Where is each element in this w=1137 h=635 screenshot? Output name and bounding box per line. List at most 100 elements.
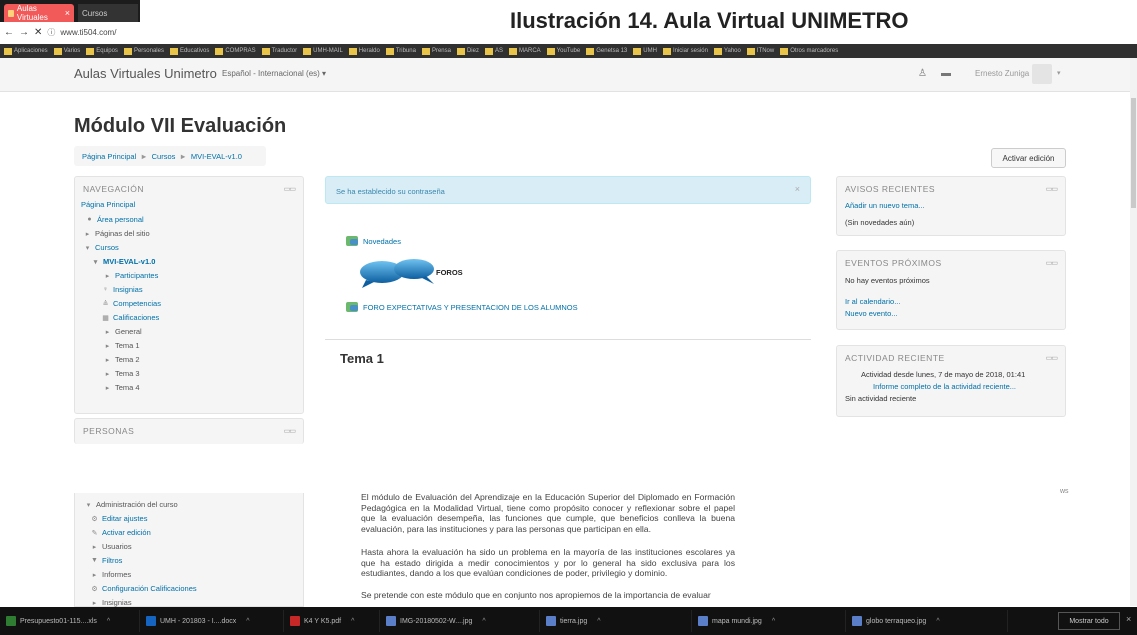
caret-up-icon[interactable]: ^: [107, 618, 110, 625]
nav-item[interactable]: ♀ Insignias: [101, 285, 143, 294]
close-tab-icon[interactable]: ×: [65, 8, 70, 18]
caret-up-icon[interactable]: ^: [936, 618, 939, 625]
taskbar-download-item[interactable]: Presupuesto01-115....xls ^: [0, 610, 140, 632]
stop-icon[interactable]: ✕: [34, 27, 42, 38]
caret-up-icon[interactable]: ^: [597, 618, 600, 625]
bookmark-item[interactable]: Educativos: [169, 47, 209, 55]
admin-item[interactable]: ▸ Insignias: [90, 598, 132, 607]
foros-label: FOROS: [436, 268, 463, 277]
nav-item[interactable]: ▸ Tema 1: [103, 341, 140, 350]
caret-up-icon[interactable]: ^: [351, 618, 354, 625]
bookmark-item[interactable]: Equipos: [86, 47, 118, 55]
eventos-block: EVENTOS PRÓXIMOS ▭▭ No hay eventos próxi…: [836, 250, 1066, 330]
notifications-icon[interactable]: ♙: [918, 68, 927, 79]
bookmark-item[interactable]: Varios: [53, 47, 80, 55]
caret-up-icon[interactable]: ^: [246, 618, 249, 625]
taskbar-download-item[interactable]: IMG-20180502-W....jpg ^: [380, 610, 540, 632]
taskbar-download-item[interactable]: K4 Y K5.pdf ^: [284, 610, 380, 632]
taskbar-download-item[interactable]: UMH - 201803 - I....docx ^: [140, 610, 284, 632]
block-controls-icon[interactable]: ▭▭: [1046, 185, 1058, 193]
nav-item[interactable]: ▾ Cursos: [83, 243, 119, 252]
bookmark-item[interactable]: Iniciar sesión: [662, 47, 708, 55]
browser-tab-aulas[interactable]: Aulas Virtuales ×: [4, 4, 74, 22]
bookmark-item[interactable]: Prensa: [421, 47, 451, 55]
info-icon[interactable]: ⓘ: [47, 27, 55, 38]
file-icon: [546, 616, 556, 626]
forum-expectativas-link[interactable]: FORO EXPECTATIVAS Y PRESENTACION DE LOS …: [346, 302, 578, 312]
admin-item[interactable]: ▸ Informes: [90, 570, 131, 579]
caret-up-icon[interactable]: ^: [482, 618, 485, 625]
bookmark-item[interactable]: Otros marcadores: [780, 47, 838, 55]
nav-item[interactable]: ▸ Páginas del sitio: [83, 229, 150, 238]
nav-item[interactable]: ▸ Tema 4: [103, 383, 140, 392]
bookmark-item[interactable]: Personales: [123, 47, 164, 55]
bookmark-item[interactable]: Diez: [456, 47, 479, 55]
breadcrumb-course[interactable]: MVI-EVAL-v1.0: [191, 152, 242, 161]
language-menu[interactable]: Español - Internacional (es) ▾: [222, 69, 326, 78]
user-menu-caret-icon[interactable]: ▾: [1057, 69, 1061, 77]
bookmark-item[interactable]: MARCA: [508, 47, 541, 55]
back-arrow-icon[interactable]: ←: [4, 27, 14, 38]
bookmark-item[interactable]: UMH: [633, 47, 657, 55]
taskbar-download-item[interactable]: tierra.jpg ^: [540, 610, 692, 632]
bookmark-item[interactable]: Traductor: [261, 47, 297, 55]
taskbar-download-item[interactable]: mapa mundi.jpg ^: [692, 610, 846, 632]
block-controls-icon[interactable]: ▭▭: [1046, 354, 1058, 362]
nav-item[interactable]: ● Área personal: [85, 215, 143, 224]
new-event-link[interactable]: Nuevo evento...: [845, 309, 898, 318]
nav-item[interactable]: ▸ Participantes: [103, 271, 159, 280]
bookmark-item[interactable]: Genetsa 13: [586, 47, 627, 55]
url-field[interactable]: www.ti504.com/: [60, 28, 116, 37]
taskbar-download-item[interactable]: globo terraqueo.jpg ^: [846, 610, 1008, 632]
add-topic-link[interactable]: Añadir un nuevo tema...: [845, 201, 925, 210]
speech-bubbles-icon: [360, 259, 434, 288]
activar-edicion-button[interactable]: Activar edición: [991, 148, 1066, 168]
bookmark-item[interactable]: YouTube: [546, 47, 580, 55]
bookmark-item[interactable]: Aplicaciones: [4, 47, 48, 55]
bookmark-item[interactable]: COMPRAS: [215, 47, 256, 55]
site-name-link[interactable]: Aulas Virtuales Unimetro: [74, 66, 217, 81]
nav-item[interactable]: Página Principal: [81, 200, 135, 209]
admin-item[interactable]: ▾ Administración del curso: [84, 500, 178, 509]
nav-item[interactable]: ▸ Tema 3: [103, 369, 140, 378]
bookmark-label: Prensa: [431, 48, 451, 54]
folder-icon: [348, 47, 357, 55]
admin-item[interactable]: ▸ Usuarios: [90, 542, 132, 551]
admin-item[interactable]: ✎ Activar edición: [90, 528, 151, 537]
bookmark-item[interactable]: Heraldo: [348, 47, 380, 55]
admin-item-label: Insignias: [102, 598, 132, 607]
close-icon[interactable]: ×: [1126, 614, 1131, 624]
caret-up-icon[interactable]: ^: [772, 618, 775, 625]
page-scrollbar[interactable]: [1130, 58, 1137, 606]
close-icon[interactable]: ×: [795, 184, 800, 194]
block-controls-icon[interactable]: ▭▭: [284, 185, 296, 193]
bookmark-item[interactable]: Tribuna: [385, 47, 416, 55]
scrollbar-thumb[interactable]: [1131, 98, 1136, 208]
forward-arrow-icon[interactable]: →: [19, 27, 29, 38]
breadcrumb-home[interactable]: Página Principal: [82, 152, 136, 161]
block-controls-icon[interactable]: ▭▭: [284, 427, 296, 435]
breadcrumb-cursos[interactable]: Cursos: [152, 152, 176, 161]
nav-item[interactable]: ▾ MVI-EVAL-v1.0: [91, 257, 156, 266]
bookmark-item[interactable]: AS: [484, 47, 503, 55]
admin-item[interactable]: ⚙ Editar ajustes: [90, 514, 147, 523]
bookmark-item[interactable]: ITNow: [746, 47, 774, 55]
messages-icon[interactable]: ▬: [941, 68, 951, 79]
admin-item[interactable]: ▼ Filtros: [90, 556, 122, 565]
block-controls-icon[interactable]: ▭▭: [1046, 259, 1058, 267]
user-name[interactable]: Ernesto Zuniga: [975, 69, 1029, 78]
nav-item[interactable]: ▦ Calificaciones: [101, 313, 159, 322]
news-forum-link[interactable]: Novedades: [346, 236, 401, 246]
full-report-link[interactable]: Informe completo de la actividad recient…: [873, 382, 1016, 391]
nav-item[interactable]: ▸ General: [103, 327, 142, 336]
nav-item[interactable]: ▸ Tema 2: [103, 355, 140, 364]
description-paragraph-2: Hasta ahora la evaluación ha sido un pro…: [361, 547, 735, 579]
admin-item[interactable]: ⚙ Configuración Calificaciones: [90, 584, 196, 593]
browser-tab-cursos[interactable]: Cursos: [78, 4, 138, 22]
show-all-button[interactable]: Mostrar todo: [1058, 612, 1120, 630]
bookmark-item[interactable]: Yahoo: [713, 47, 741, 55]
calendar-link[interactable]: Ir al calendario...: [845, 297, 900, 306]
bookmark-item[interactable]: UMH-MAIL: [303, 47, 343, 55]
nav-item[interactable]: ≜ Competencias: [101, 299, 161, 308]
avatar[interactable]: [1032, 64, 1052, 84]
